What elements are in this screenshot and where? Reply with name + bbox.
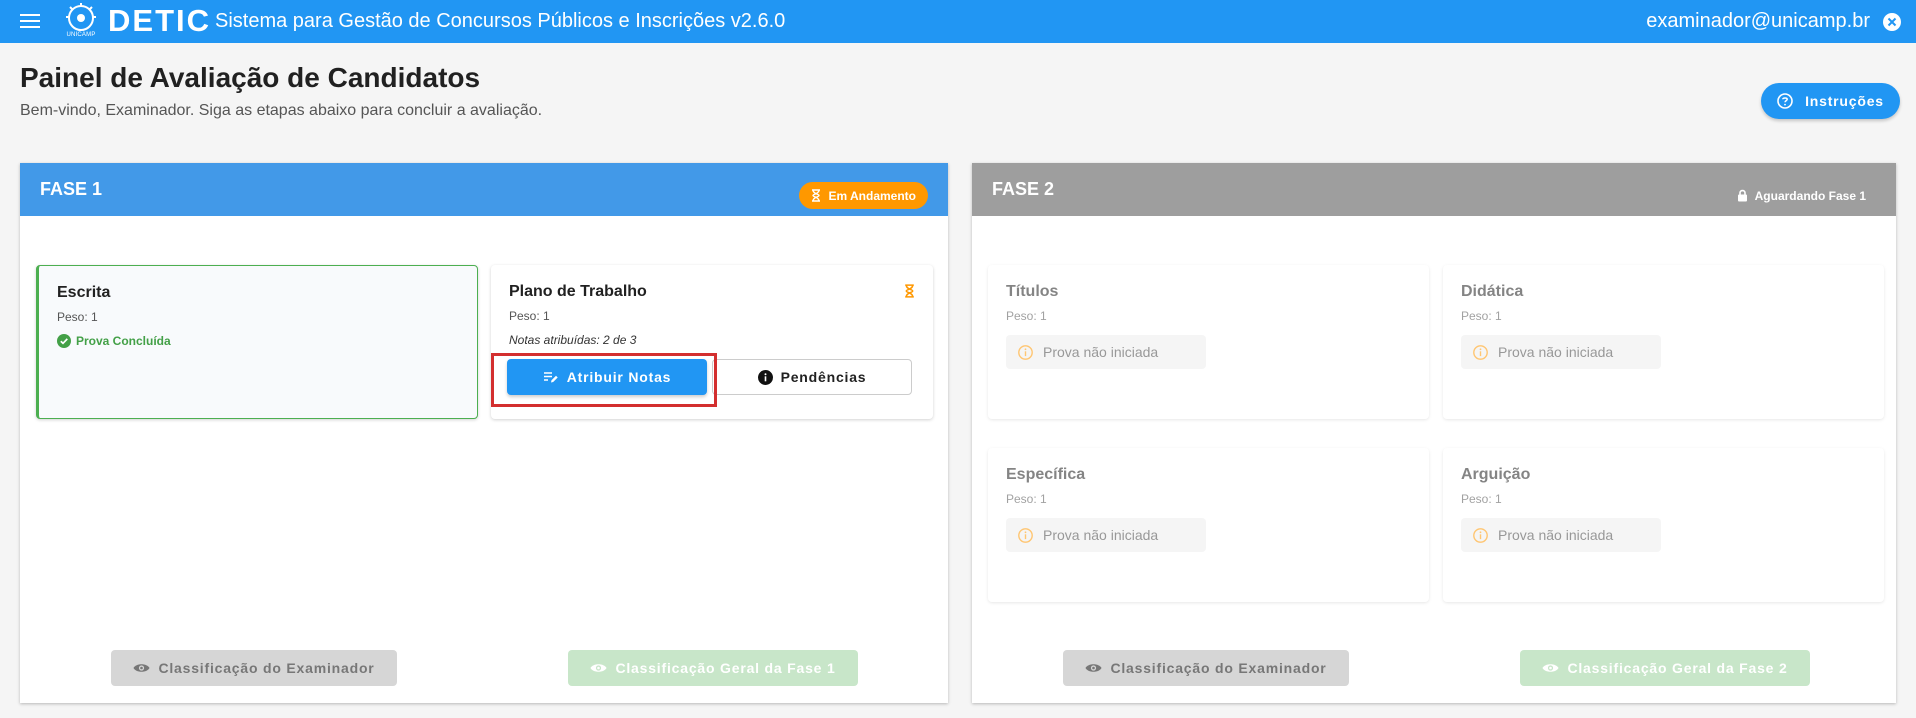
lock-icon xyxy=(1737,189,1747,202)
info-outline-icon xyxy=(1473,527,1488,543)
unicamp-emblem-icon xyxy=(66,3,96,31)
card-weight: Peso: 1 xyxy=(1006,492,1047,506)
examiner-ranking-button-phase-2[interactable]: Classificação do Examinador xyxy=(1063,650,1349,686)
exam-not-started-status: Prova não iniciada xyxy=(1006,518,1206,552)
unicamp-logo: UNICAMP xyxy=(60,1,102,42)
card-weight: Peso: 1 xyxy=(1461,492,1502,506)
card-weight: Peso: 1 xyxy=(1461,309,1502,323)
hourglass-icon xyxy=(905,284,914,298)
info-outline-icon xyxy=(1018,527,1033,543)
eye-icon xyxy=(1542,664,1559,672)
card-escrita: Escrita Peso: 1 Prova Concluída xyxy=(36,265,478,419)
card-weight: Peso: 1 xyxy=(509,309,550,323)
close-circle-icon[interactable] xyxy=(1882,12,1902,32)
card-weight: Peso: 1 xyxy=(1006,309,1047,323)
phase-2-title: FASE 2 xyxy=(992,179,1055,199)
general-ranking-button-phase-2[interactable]: Classificação Geral da Fase 2 xyxy=(1520,650,1810,686)
general-ranking-button-phase-1[interactable]: Classificação Geral da Fase 1 xyxy=(568,650,858,686)
help-circle-icon xyxy=(1777,93,1793,109)
card-title: Arguição xyxy=(1461,466,1531,483)
pending-items-button[interactable]: Pendências xyxy=(712,359,912,395)
info-outline-icon xyxy=(1473,344,1488,360)
menu-icon[interactable] xyxy=(20,13,40,29)
exam-not-started-status: Prova não iniciada xyxy=(1461,518,1661,552)
check-circle-icon xyxy=(57,334,71,348)
detic-logo: DETIC xyxy=(108,3,211,38)
card-title: Escrita xyxy=(57,284,111,301)
card-especifica: Específica Peso: 1 Prova não iniciada xyxy=(988,448,1429,602)
phase-2-status-badge: Aguardando Fase 1 xyxy=(1725,182,1878,209)
app-title: Sistema para Gestão de Concursos Público… xyxy=(215,10,786,32)
highlight-annotation xyxy=(491,353,717,407)
card-arguicao: Arguição Peso: 1 Prova não iniciada xyxy=(1443,448,1884,602)
exam-not-started-status: Prova não iniciada xyxy=(1006,335,1206,369)
examiner-ranking-button-phase-1[interactable]: Classificação do Examinador xyxy=(111,650,397,686)
card-didatica: Didática Peso: 1 Prova não iniciada xyxy=(1443,265,1884,419)
eye-icon xyxy=(133,664,150,672)
phase-2-header: FASE 2 Aguardando Fase 1 xyxy=(972,163,1896,216)
user-email[interactable]: examinador@unicamp.br xyxy=(1646,10,1870,33)
phase-2-panel: FASE 2 Aguardando Fase 1 Títulos Peso: 1… xyxy=(972,163,1896,703)
app-bar: UNICAMP DETIC Sistema para Gestão de Con… xyxy=(0,0,1916,43)
phase-1-title: FASE 1 xyxy=(40,179,103,199)
eye-icon xyxy=(590,664,607,672)
exam-completed-status: Prova Concluída xyxy=(57,334,459,348)
phase-1-header: FASE 1 Em Andamento xyxy=(20,163,948,216)
card-weight: Peso: 1 xyxy=(57,310,98,324)
card-title: Específica xyxy=(1006,466,1086,483)
page-subtitle: Bem-vindo, Examinador. Siga as etapas ab… xyxy=(20,102,543,119)
notes-progress: Notas atribuídas: 2 de 3 xyxy=(509,333,637,347)
eye-icon xyxy=(1085,664,1102,672)
card-title: Títulos xyxy=(1006,283,1059,300)
exam-not-started-status: Prova não iniciada xyxy=(1461,335,1661,369)
card-title: Plano de Trabalho xyxy=(509,283,647,300)
card-title: Didática xyxy=(1461,283,1524,300)
info-circle-icon xyxy=(757,369,773,385)
hourglass-icon xyxy=(812,189,821,202)
instructions-button[interactable]: Instruções xyxy=(1761,83,1900,119)
phase-1-panel: FASE 1 Em Andamento Escrita Peso: 1 Prov… xyxy=(20,163,948,703)
card-titulos: Títulos Peso: 1 Prova não iniciada xyxy=(988,265,1429,419)
phase-1-status-badge: Em Andamento xyxy=(799,182,928,209)
info-outline-icon xyxy=(1018,344,1033,360)
page-title: Painel de Avaliação de Candidatos xyxy=(20,62,481,93)
